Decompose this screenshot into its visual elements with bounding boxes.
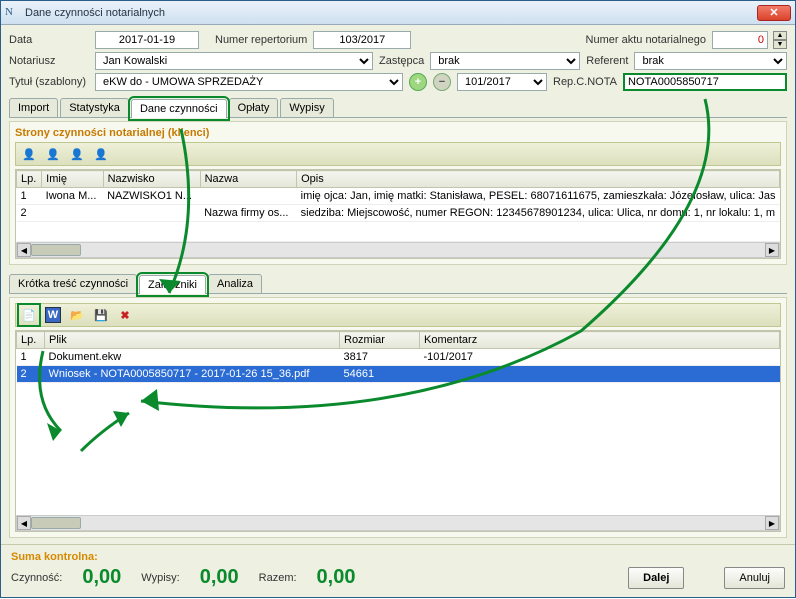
save-icon[interactable]: 💾 <box>93 307 109 323</box>
scroll-thumb[interactable] <box>31 517 81 529</box>
razem-label: Razem: <box>259 572 297 584</box>
new-doc-icon[interactable]: 📄 <box>21 307 37 323</box>
tab-oplaty[interactable]: Opłaty <box>229 98 279 117</box>
word-icon[interactable]: W <box>45 307 61 323</box>
table-row[interactable]: 2Nazwa firmy os...siedziba: Miejscowość,… <box>17 205 780 222</box>
col-att-rozmiar[interactable]: Rozmiar <box>340 332 420 349</box>
person-icon-3[interactable]: 👤 <box>69 146 85 162</box>
numakt-spin-up[interactable]: ▲ <box>773 31 787 40</box>
person-icon-2[interactable]: 👤 <box>45 146 61 162</box>
window-title: Dane czynności notarialnych <box>25 7 757 19</box>
scroll-left-icon[interactable]: ◀ <box>17 243 31 257</box>
notariusz-select[interactable]: Jan Kowalski <box>95 52 373 70</box>
clients-toolbar: 👤 👤 👤 👤 <box>15 142 781 166</box>
clients-title: Strony czynności notarialnej (klienci) <box>15 127 781 139</box>
czynnosc-value: 0,00 <box>82 566 121 589</box>
czynnosc-label: Czynność: <box>11 572 62 584</box>
tab-import[interactable]: Import <box>9 98 58 117</box>
attach-scroll[interactable]: ◀ ▶ <box>16 515 780 531</box>
numrep-input[interactable] <box>313 31 411 49</box>
clients-table: Lp. Imię Nazwisko Nazwa Opis 1Iwona M...… <box>16 170 780 242</box>
tab-analiza[interactable]: Analiza <box>208 274 262 293</box>
label-numakt: Numer aktu notarialnego <box>586 34 706 46</box>
person-icon-4[interactable]: 👤 <box>93 146 109 162</box>
label-rep: Rep.C.NOTA <box>553 76 617 88</box>
period-select[interactable]: 101/2017 <box>457 73 547 91</box>
col-imie[interactable]: Imię <box>42 171 103 188</box>
col-nazwisko[interactable]: Nazwisko <box>103 171 200 188</box>
tytul-select[interactable]: eKW do - UMOWA SPRZEDAŻY <box>95 73 403 91</box>
data-input[interactable] <box>95 31 199 49</box>
tab-krotka-tresc[interactable]: Krótka treść czynności <box>9 274 137 293</box>
remove-button[interactable]: − <box>433 73 451 91</box>
scroll-thumb[interactable] <box>31 244 81 256</box>
scroll-left-icon[interactable]: ◀ <box>17 516 31 530</box>
scroll-right-icon[interactable]: ▶ <box>765 243 779 257</box>
scroll-right-icon[interactable]: ▶ <box>765 516 779 530</box>
tab-statystyka[interactable]: Statystyka <box>60 98 129 117</box>
attach-table: Lp. Plik Rozmiar Komentarz 1Dokument.ekw… <box>16 331 780 383</box>
delete-icon[interactable]: ✖ <box>117 307 133 323</box>
tab-wypisy[interactable]: Wypisy <box>280 98 333 117</box>
col-nazwa[interactable]: Nazwa <box>200 171 297 188</box>
label-tytul: Tytuł (szablony) <box>9 76 89 88</box>
numakt-spin-down[interactable]: ▼ <box>773 40 787 49</box>
table-row[interactable]: 1Dokument.ekw3817-101/2017 <box>17 349 780 366</box>
label-referent: Referent <box>586 55 628 67</box>
numakt-input[interactable] <box>712 31 768 49</box>
col-lp[interactable]: Lp. <box>17 171 42 188</box>
tab-zalaczniki[interactable]: Załączniki <box>139 275 206 294</box>
label-data: Data <box>9 34 89 46</box>
dalej-button[interactable]: Dalej <box>628 567 684 589</box>
clients-scroll[interactable]: ◀ ▶ <box>16 242 780 258</box>
close-button[interactable]: ✕ <box>757 5 791 21</box>
col-att-lp[interactable]: Lp. <box>17 332 45 349</box>
wypisy-value: 0,00 <box>200 566 239 589</box>
label-notariusz: Notariusz <box>9 55 89 67</box>
col-opis[interactable]: Opis <box>297 171 780 188</box>
razem-value: 0,00 <box>317 566 356 589</box>
attach-toolbar: 📄 W 📂 💾 ✖ <box>15 303 781 327</box>
app-icon: N <box>5 6 19 20</box>
person-add-icon[interactable]: 👤 <box>21 146 37 162</box>
table-row[interactable]: 1Iwona M...NAZWISKO1 N...imię ojca: Jan,… <box>17 188 780 205</box>
anuluj-button[interactable]: Anuluj <box>724 567 785 589</box>
col-att-plik[interactable]: Plik <box>45 332 340 349</box>
label-zastepca: Zastępca <box>379 55 424 67</box>
open-folder-icon[interactable]: 📂 <box>69 307 85 323</box>
col-att-komentarz[interactable]: Komentarz <box>420 332 780 349</box>
label-numrep: Numer repertorium <box>215 34 307 46</box>
subtabs: Krótka treść czynności Załączniki Analiz… <box>9 274 787 294</box>
add-button[interactable]: + <box>409 73 427 91</box>
rep-input[interactable] <box>623 73 787 91</box>
tab-dane-czynnosci[interactable]: Dane czynności <box>131 99 227 118</box>
tabs-main: Import Statystyka Dane czynności Opłaty … <box>9 98 787 118</box>
wypisy-label: Wypisy: <box>141 572 179 584</box>
zastepca-select[interactable]: brak <box>430 52 580 70</box>
suma-label: Suma kontrolna: <box>11 551 785 563</box>
referent-select[interactable]: brak <box>634 52 787 70</box>
table-row[interactable]: 2Wniosek - NOTA0005850717 - 2017-01-26 1… <box>17 366 780 383</box>
